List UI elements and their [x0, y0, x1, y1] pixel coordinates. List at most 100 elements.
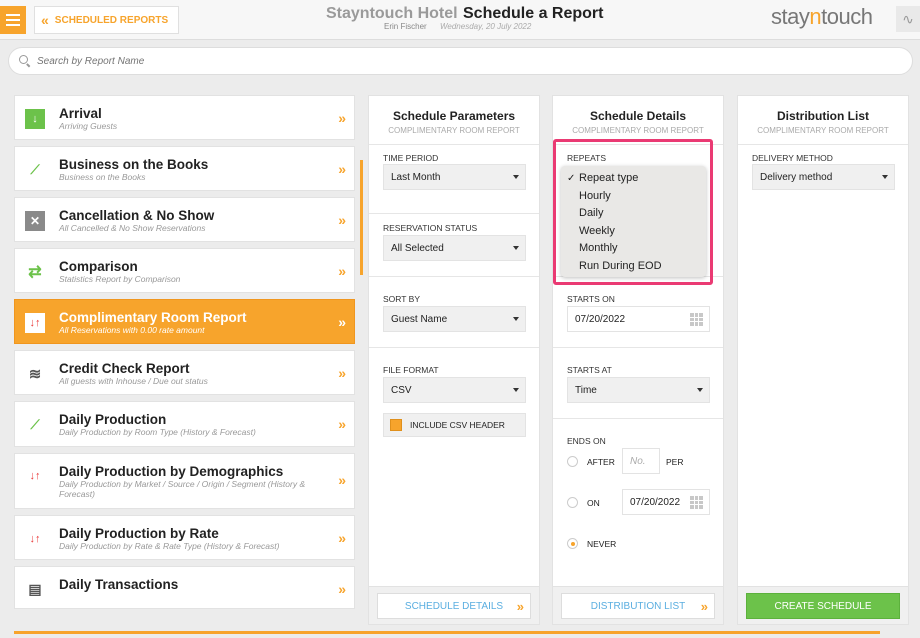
user-name: Erin Fischer — [384, 22, 427, 31]
report-item-daily-transactions[interactable]: ▤ Daily Transactions » — [14, 566, 355, 609]
stayntouch-logo: stayntouch — [771, 4, 873, 29]
delivery-method-label: DELIVERY METHOD — [752, 153, 833, 163]
delivery-method-select[interactable]: Delivery method — [752, 164, 895, 190]
report-item-arrival[interactable]: ↓ Arrival Arriving Guests » — [14, 95, 355, 140]
report-item-complimentary-room-report[interactable]: ↓↑ Complimentary Room Report All Reserva… — [14, 299, 355, 344]
cancel-icon: ✕ — [25, 211, 45, 231]
report-title: Daily Production by Rate — [59, 526, 219, 541]
per-label: PER — [666, 457, 684, 467]
starts-at-time-select[interactable]: Time — [567, 377, 710, 403]
panel-subheading: COMPLIMENTARY ROOM REPORT — [757, 126, 889, 135]
app-header: « SCHEDULED REPORTS Stayntouch Hotel Sch… — [0, 0, 920, 40]
hotel-name: Stayntouch Hotel — [326, 5, 458, 22]
checkbox-checked-icon — [390, 419, 402, 431]
activity-icon[interactable]: ∿ — [896, 6, 920, 32]
report-title: Comparison — [59, 259, 138, 274]
repeat-option-weekly[interactable]: Weekly — [561, 223, 706, 241]
report-title: Daily Transactions — [59, 577, 179, 592]
report-subtitle: Arriving Guests — [59, 121, 118, 131]
starts-on-date-input[interactable]: 07/20/2022 — [567, 306, 710, 332]
caret-down-icon — [697, 388, 703, 392]
report-subtitle: All Cancelled & No Show Reservations — [59, 223, 206, 233]
report-subtitle: Daily Production by Rate & Rate Type (Hi… — [59, 541, 280, 551]
chevron-right-icon: » — [338, 530, 346, 546]
chevron-right-icon: » — [338, 581, 346, 597]
report-title: Complimentary Room Report — [59, 310, 247, 325]
ends-never-radio[interactable] — [567, 538, 578, 549]
ends-on-radio[interactable] — [567, 497, 578, 508]
include-csv-header-checkbox[interactable]: INCLUDE CSV HEADER — [383, 413, 526, 437]
time-period-select[interactable]: Last Month — [383, 164, 526, 190]
chevron-right-icon: » — [516, 599, 524, 614]
chevron-right-icon: » — [338, 472, 346, 488]
panel-heading: Schedule Parameters — [392, 109, 516, 123]
after-label: AFTER — [587, 457, 615, 467]
report-title: Business on the Books — [59, 157, 209, 172]
report-title: Credit Check Report — [59, 361, 190, 376]
caret-down-icon — [513, 175, 519, 179]
repeat-option-daily[interactable]: Daily — [561, 205, 706, 223]
report-item-business-on-the-books[interactable]: ⟋ Business on the Books Business on the … — [14, 146, 355, 191]
starts-at-label: STARTS AT — [567, 365, 612, 375]
calendar-icon — [690, 496, 703, 509]
menu-icon[interactable] — [0, 6, 26, 34]
compare-arrows-icon: ⇄ — [28, 264, 42, 281]
panel-heading: Distribution List — [777, 109, 869, 123]
report-title: Cancellation & No Show — [59, 208, 215, 223]
ends-after-count-input[interactable]: No. — [622, 448, 660, 474]
sort-by-label: SORT BY — [383, 294, 421, 304]
sort-by-select[interactable]: Guest Name — [383, 306, 526, 332]
caret-down-icon — [513, 317, 519, 321]
report-item-comparison[interactable]: ⇄ Comparison Statistics Report by Compar… — [14, 248, 355, 293]
ends-on-date-input[interactable]: 07/20/2022 — [622, 489, 710, 515]
chevron-right-icon: » — [338, 161, 346, 177]
repeat-option-hourly[interactable]: Hourly — [561, 188, 706, 206]
report-item-daily-production-by-demographics[interactable]: ↓↑ Daily Production by Demographics Dail… — [14, 453, 355, 509]
schedule-parameters-panel: Schedule Parameters COMPLIMENTARY ROOM R… — [368, 95, 540, 625]
reservation-status-select[interactable]: All Selected — [383, 235, 526, 261]
starts-on-label: STARTS ON — [567, 294, 615, 304]
caret-down-icon — [513, 246, 519, 250]
search-icon — [19, 55, 31, 67]
page-title: Schedule a Report — [463, 5, 604, 22]
search-input[interactable] — [37, 55, 837, 67]
report-subtitle: Statistics Report by Comparison — [59, 274, 181, 284]
repeat-option-repeat-type[interactable]: ✓ Repeat type — [561, 170, 706, 188]
up-down-arrows-icon: ↓↑ — [25, 313, 45, 333]
chevron-right-icon: » — [338, 365, 346, 381]
repeats-dropdown-menu: ✓ Repeat type Hourly Daily Weekly Monthly… — [561, 166, 706, 277]
report-title: Daily Production by Demographics — [59, 464, 284, 479]
coins-icon: ≋ — [28, 366, 42, 383]
create-schedule-button[interactable]: CREATE SCHEDULE — [746, 593, 900, 619]
chevron-right-icon: » — [338, 263, 346, 279]
back-to-scheduled-reports-button[interactable]: « SCHEDULED REPORTS — [34, 6, 179, 34]
double-chevron-left-icon: « — [41, 12, 49, 28]
file-format-select[interactable]: CSV — [383, 377, 526, 403]
up-down-arrows-icon: ↓↑ — [29, 533, 41, 545]
chevron-right-icon: » — [338, 314, 346, 330]
ends-on-label: ENDS ON — [567, 436, 606, 446]
report-subtitle: All Reservations with 0.00 rate amount — [59, 325, 205, 335]
report-item-daily-production-by-rate[interactable]: ↓↑ Daily Production by Rate Daily Produc… — [14, 515, 355, 560]
distribution-list-button[interactable]: DISTRIBUTION LIST » — [561, 593, 715, 619]
time-period-label: TIME PERIOD — [383, 153, 439, 163]
report-list-scrollbar[interactable] — [360, 160, 363, 275]
report-item-daily-production[interactable]: ⟋ Daily Production Daily Production by R… — [14, 401, 355, 447]
repeat-option-monthly[interactable]: Monthly — [561, 240, 706, 258]
on-label: ON — [587, 498, 600, 508]
report-search-bar[interactable] — [8, 47, 913, 75]
report-title: Arrival — [59, 106, 102, 121]
report-subtitle: Business on the Books — [59, 172, 146, 182]
report-item-cancellation-no-show[interactable]: ✕ Cancellation & No Show All Cancelled &… — [14, 197, 355, 242]
business-date: Wednesday, 20 July 2022 — [440, 22, 532, 31]
repeat-option-run-during-eod[interactable]: Run During EOD — [561, 258, 706, 276]
ends-after-radio[interactable] — [567, 456, 578, 467]
schedule-details-button[interactable]: SCHEDULE DETAILS » — [377, 593, 531, 619]
report-item-credit-check[interactable]: ≋ Credit Check Report All guests with In… — [14, 350, 355, 395]
back-button-label: SCHEDULED REPORTS — [54, 14, 169, 26]
panel-heading: Schedule Details — [589, 109, 687, 123]
never-label: NEVER — [587, 539, 617, 549]
chevron-right-icon: » — [700, 599, 708, 614]
report-subtitle: Daily Production by Room Type (History &… — [59, 427, 256, 437]
caret-down-icon — [882, 175, 888, 179]
